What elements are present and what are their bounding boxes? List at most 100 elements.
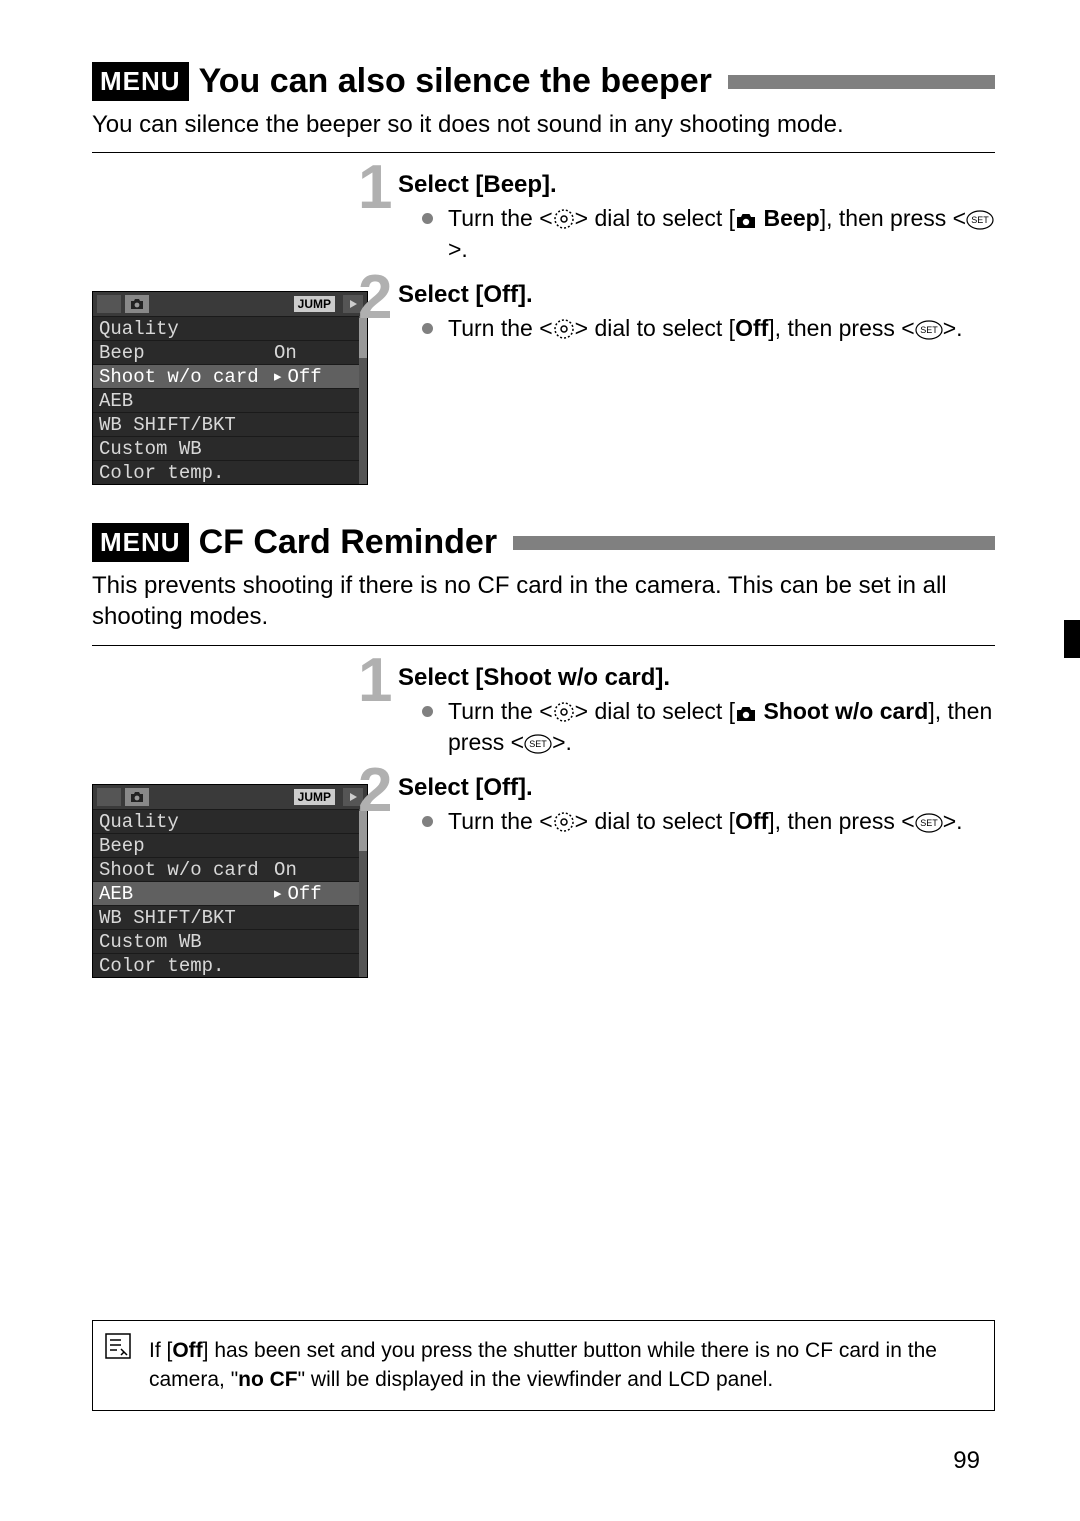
- menu-row-label: WB SHIFT/BKT: [99, 413, 236, 436]
- menu-row: Color temp.: [93, 460, 367, 484]
- menu-scrollbar: [359, 316, 367, 484]
- step-2: 2 Select [Off]. Turn the <> dial to sele…: [392, 281, 995, 344]
- camera-icon: [735, 212, 757, 230]
- menu-row-value: On: [274, 341, 297, 364]
- text: > dial to select [: [575, 315, 735, 341]
- text: ], then press <: [768, 315, 914, 341]
- heading-bar: [513, 536, 995, 550]
- menu-row: Shoot w/o card ▸Off: [93, 364, 367, 388]
- step-1: 1 Select [Beep]. Turn the <> dial to sel…: [392, 171, 995, 265]
- step-1: 1 Select [Shoot w/o card]. Turn the <> d…: [392, 664, 995, 758]
- dial-icon: [553, 318, 575, 340]
- svg-text:SET: SET: [920, 818, 938, 828]
- camera-tab-icon: [125, 295, 149, 313]
- jump-badge: JUMP: [294, 789, 335, 805]
- menu-row: AEB ▸Off: [93, 881, 367, 905]
- menu-row: Custom WB: [93, 436, 367, 460]
- menu-row: WB SHIFT/BKT: [93, 412, 367, 436]
- text: Turn the <: [448, 698, 553, 724]
- section2-block: JUMP Quality Beep Shoot w/o card OnAEB ▸…: [92, 664, 995, 978]
- text: > dial to select [: [575, 205, 735, 231]
- text: > dial to select [: [575, 808, 735, 834]
- text: >.: [552, 729, 572, 755]
- step-body: Turn the < > dial to select [Off], then p…: [422, 313, 995, 344]
- section-intro: You can silence the beeper so it does no…: [92, 109, 995, 140]
- text: Turn the <: [448, 808, 553, 834]
- tab-slot: [97, 295, 121, 313]
- menu-row: Custom WB: [93, 929, 367, 953]
- menu-tabbar: JUMP: [93, 292, 367, 316]
- svg-text:SET: SET: [529, 739, 547, 749]
- menu-row: AEB: [93, 388, 367, 412]
- camera-tab-icon: [125, 788, 149, 806]
- step-number: 2: [358, 760, 392, 822]
- step-title: Select [Shoot w/o card].: [398, 664, 995, 692]
- menu-row-label: AEB: [99, 882, 133, 905]
- step-body: Turn the <> dial to select [ Beep], then…: [422, 203, 995, 265]
- menu-row-label: Beep: [99, 834, 145, 857]
- step-2: 2 Select [Off]. Turn the <> dial to sele…: [392, 774, 995, 837]
- menu-row-label: AEB: [99, 389, 133, 412]
- menu-row-label: Color temp.: [99, 461, 224, 484]
- menu-row-label: Shoot w/o card: [99, 365, 259, 388]
- text: ], then press <: [820, 205, 966, 231]
- camera-menu-2: JUMP Quality Beep Shoot w/o card OnAEB ▸…: [92, 784, 368, 978]
- text-bold: Off: [172, 1339, 202, 1362]
- text: > dial to select [: [575, 698, 735, 724]
- menu-row-label: Quality: [99, 317, 179, 340]
- page-number: 99: [953, 1447, 980, 1475]
- arrow-icon: ▸: [272, 882, 283, 905]
- section-title: You can also silence the beeper: [199, 62, 712, 101]
- step-number: 1: [358, 650, 392, 712]
- step-body: Turn the < > dial to select [Off], then p…: [422, 806, 995, 837]
- menu-badge: MENU: [92, 523, 189, 562]
- dial-icon: [553, 811, 575, 833]
- set-icon: SET: [915, 813, 943, 833]
- step-title: Select [Beep].: [398, 171, 995, 199]
- menu-row: WB SHIFT/BKT: [93, 905, 367, 929]
- set-icon: SET: [524, 734, 552, 754]
- menu-row-value: Off: [288, 882, 322, 905]
- section-heading-beeper: MENU You can also silence the beeper: [92, 62, 995, 101]
- menu-tabbar: JUMP: [93, 785, 367, 809]
- section1-block: JUMP Quality Beep OnShoot w/o card ▸OffA…: [92, 171, 995, 485]
- text: ], then press <: [768, 808, 914, 834]
- set-icon: SET: [966, 210, 994, 230]
- text: >.: [448, 236, 468, 262]
- arrow-icon: ▸: [272, 365, 283, 388]
- text-bold: Off: [735, 315, 768, 341]
- text: Turn the <: [448, 315, 553, 341]
- dial-icon: [553, 208, 575, 230]
- menu-row: Quality: [93, 809, 367, 833]
- text: If [: [149, 1339, 172, 1362]
- svg-text:SET: SET: [920, 325, 938, 335]
- jump-badge: JUMP: [294, 296, 335, 312]
- step-number: 1: [358, 157, 392, 219]
- section-heading-cfcard: MENU CF Card Reminder: [92, 523, 995, 562]
- menu-row: Beep On: [93, 340, 367, 364]
- edge-tab: [1064, 620, 1080, 658]
- menu-row: Quality: [93, 316, 367, 340]
- section-title: CF Card Reminder: [199, 523, 498, 562]
- menu-row-value: On: [274, 858, 297, 881]
- text: >.: [943, 315, 963, 341]
- tab-slot: [97, 788, 121, 806]
- menu-row: Beep: [93, 833, 367, 857]
- text-bold: Off: [735, 808, 768, 834]
- step-title: Select [Off].: [398, 281, 995, 309]
- menu-row-label: Beep: [99, 341, 145, 364]
- menu-row: Color temp.: [93, 953, 367, 977]
- divider: [92, 645, 995, 646]
- menu-row-label: Custom WB: [99, 930, 202, 953]
- text-bold: Shoot w/o card: [763, 698, 928, 724]
- menu-row-label: Custom WB: [99, 437, 202, 460]
- dial-icon: [553, 701, 575, 723]
- note-box: If [Off] has been set and you press the …: [92, 1320, 995, 1411]
- note-icon: [103, 1331, 133, 1361]
- text-bold: Beep: [763, 205, 819, 231]
- svg-text:SET: SET: [971, 215, 989, 225]
- text: >.: [943, 808, 963, 834]
- section-intro: This prevents shooting if there is no CF…: [92, 570, 995, 632]
- menu-row-label: Color temp.: [99, 954, 224, 977]
- menu-scrollbar: [359, 809, 367, 977]
